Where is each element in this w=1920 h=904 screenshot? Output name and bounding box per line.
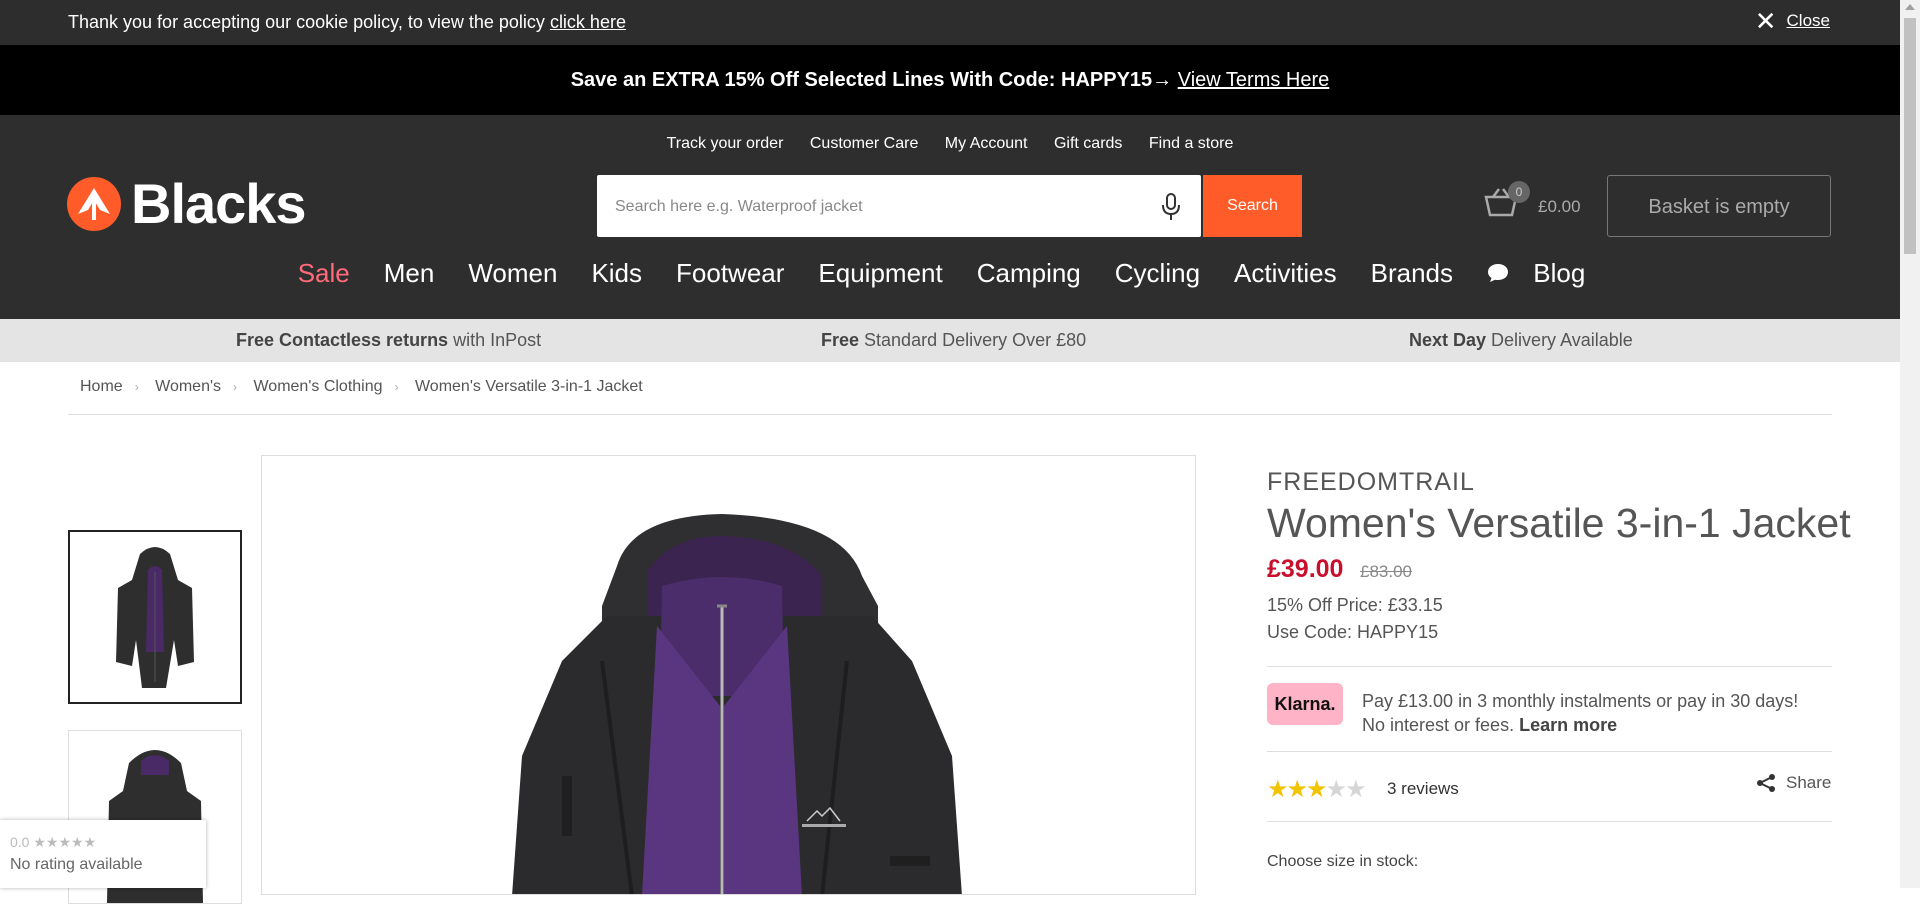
use-code: Use Code: HAPPY15 [1267, 622, 1439, 642]
track-order-link[interactable]: Track your order [667, 135, 784, 152]
top-links: Track your order Customer Care My Accoun… [0, 135, 1900, 153]
cookie-message: Thank you for accepting our cookie polic… [68, 12, 626, 33]
microphone-icon[interactable] [1161, 193, 1181, 226]
share-button[interactable]: Share [1756, 773, 1831, 793]
product-thumbnail-1[interactable] [68, 530, 242, 704]
klarna-learn-more-link[interactable]: Learn more [1519, 715, 1617, 735]
star-filled-icon: ★ [1286, 776, 1308, 803]
cookie-message-text: Thank you for accepting our cookie polic… [68, 12, 545, 32]
chevron-right-icon: › [394, 380, 399, 394]
star-empty-icon: ★ [1325, 776, 1347, 803]
scrollbar-thumb[interactable] [1904, 18, 1916, 254]
logo-text: Blacks [131, 172, 307, 235]
offer-price: 15% Off Price: £33.15 [1267, 595, 1443, 615]
gift-cards-link[interactable]: Gift cards [1054, 135, 1122, 152]
nav-item-kids[interactable]: Kids [591, 258, 642, 289]
star-filled-icon: ★ [1306, 776, 1327, 803]
klarna-logo: Klarna. [1267, 683, 1343, 725]
basket-total: £0.00 [1538, 197, 1581, 216]
search-box [597, 175, 1201, 239]
main-nav: Sale Men Women Kids Footwear Equipment C… [0, 258, 1900, 289]
nav-item-blog-label: Blog [1533, 258, 1586, 288]
share-label: Share [1786, 773, 1832, 792]
product-main-image[interactable] [261, 455, 1196, 895]
close-icon: ✕ [1754, 6, 1777, 36]
nav-item-women[interactable]: Women [468, 258, 557, 289]
page-scrollbar[interactable] [1900, 0, 1920, 888]
product-price: £39.00 [1267, 555, 1344, 583]
klarna-message: Pay £13.00 in 3 monthly instalments or p… [1362, 689, 1798, 737]
nav-item-blog[interactable]: Blog [1487, 258, 1602, 289]
scroll-up-arrow-icon[interactable] [1905, 4, 1915, 10]
star-filled-icon: ★ [1267, 776, 1288, 803]
usp-next-day: Next Day Delivery Available [1409, 330, 1633, 350]
rating-widget-score: 0.0 ★★★★★ [10, 834, 97, 850]
chevron-right-icon: › [233, 380, 238, 394]
usp-bar: Free Contactless returns with InPost Fre… [0, 319, 1900, 362]
cookie-policy-link[interactable]: click here [550, 12, 626, 32]
star-empty-icon: ★★★★★ [33, 834, 97, 850]
breadcrumb-current: Women's Versatile 3-in-1 Jacket [414, 378, 643, 395]
breadcrumb: Home › Women's › Women's Clothing › Women's… [68, 378, 1832, 415]
share-icon [1757, 774, 1775, 792]
klarna-line-2-text: No interest or fees. [1362, 715, 1515, 735]
divider [1267, 751, 1832, 752]
usp-delivery: Free Standard Delivery Over £80 [821, 330, 1087, 350]
customer-care-link[interactable]: Customer Care [810, 135, 918, 152]
cookie-bar: Thank you for accepting our cookie polic… [0, 0, 1900, 45]
nav-item-camping[interactable]: Camping [977, 258, 1081, 289]
logo-mark-icon [67, 177, 121, 231]
breadcrumb-home[interactable]: Home [80, 378, 123, 395]
product-brand[interactable]: FREEDOMTRAIL [1267, 468, 1475, 497]
klarna-line-1: Pay £13.00 in 3 monthly instalments or p… [1362, 691, 1799, 711]
nav-item-sale[interactable]: Sale [298, 258, 350, 289]
klarna-line-2: No interest or fees. Learn more [1362, 713, 1798, 737]
breadcrumb-womens[interactable]: Women's [155, 378, 221, 395]
star-empty-icon: ★ [1345, 776, 1366, 803]
my-account-link[interactable]: My Account [945, 135, 1028, 152]
divider [1267, 821, 1832, 822]
usp-returns: Free Contactless returns with InPost [236, 330, 542, 350]
breadcrumb-womens-clothing[interactable]: Women's Clothing [253, 378, 382, 395]
nav-item-activities[interactable]: Activities [1234, 258, 1337, 289]
rating-widget-text: No rating available [10, 856, 143, 873]
chat-bubble-icon [1488, 264, 1508, 282]
product-rating-stars[interactable]: ★★★★★ [1267, 775, 1367, 804]
nav-item-cycling[interactable]: Cycling [1115, 258, 1200, 289]
chevron-right-icon: › [134, 380, 139, 394]
nav-item-equipment[interactable]: Equipment [818, 258, 942, 289]
reviews-link[interactable]: 3 reviews [1387, 779, 1459, 799]
promo-text: Save an EXTRA 15% Off Selected Lines Wit… [570, 69, 1173, 91]
rating-widget[interactable]: 0.0 ★★★★★ No rating available [0, 820, 206, 888]
cookie-close-button[interactable]: ✕ Close [1754, 6, 1830, 36]
nav-item-footwear[interactable]: Footwear [676, 258, 784, 289]
nav-item-brands[interactable]: Brands [1371, 258, 1453, 289]
find-store-link[interactable]: Find a store [1149, 135, 1233, 152]
choose-size-label: Choose size in stock: [1267, 853, 1419, 870]
basket-button[interactable]: Basket is empty [1607, 175, 1831, 237]
nav-item-men[interactable]: Men [384, 258, 435, 289]
cookie-close-label: Close [1786, 11, 1830, 30]
search-button[interactable]: Search [1203, 175, 1302, 237]
blacks-logo[interactable]: Blacks [67, 172, 307, 235]
product-title: Women's Versatile 3-in-1 Jacket [1267, 500, 1851, 546]
basket-count-badge: 0 [1508, 181, 1530, 203]
product-old-price: £83.00 [1360, 562, 1412, 581]
view-terms-link[interactable]: View Terms Here [1178, 69, 1330, 91]
search-input[interactable] [613, 175, 1137, 239]
divider [1267, 666, 1832, 667]
promo-bar: Save an EXTRA 15% Off Selected Lines Wit… [0, 45, 1900, 115]
site-header: Track your order Customer Care My Accoun… [0, 115, 1900, 319]
